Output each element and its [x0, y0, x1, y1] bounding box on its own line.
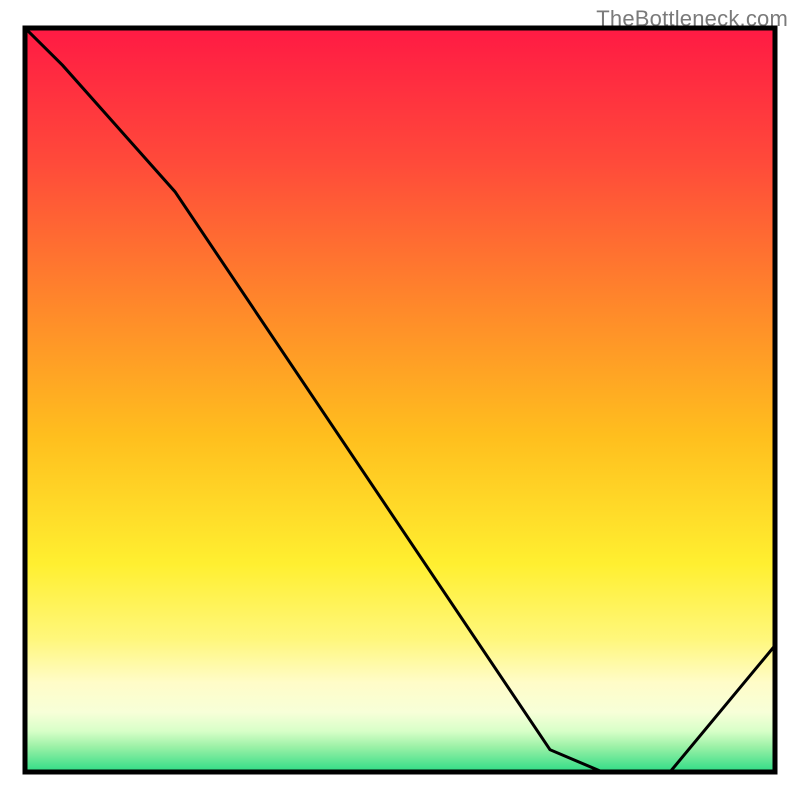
- gradient-background: [25, 28, 775, 772]
- plot-area: [25, 28, 775, 772]
- bottleneck-curve-chart: [0, 0, 800, 800]
- chart-container: TheBottleneck.com: [0, 0, 800, 800]
